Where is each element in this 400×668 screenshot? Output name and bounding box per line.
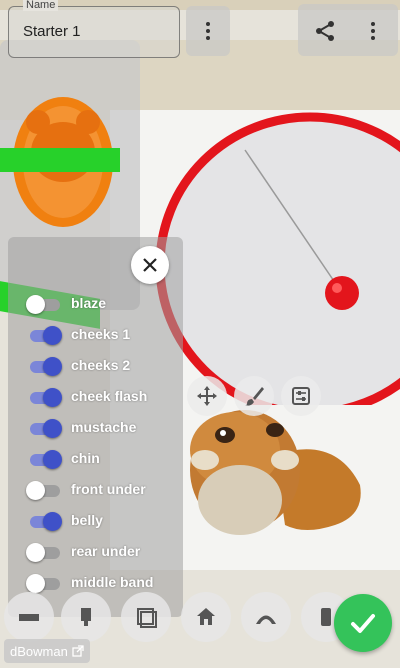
hamster-model bbox=[190, 410, 361, 535]
pattern-toggle[interactable] bbox=[26, 295, 62, 314]
bedding-tool-button[interactable] bbox=[4, 592, 54, 642]
cage-tool-button[interactable] bbox=[121, 592, 171, 642]
pattern-row-blaze[interactable]: blaze bbox=[26, 292, 176, 316]
exercise-wheel bbox=[155, 112, 400, 405]
pattern-row-chin[interactable]: chin bbox=[26, 447, 176, 471]
pattern-label: cheeks 2 bbox=[71, 357, 131, 373]
sliders-icon bbox=[292, 387, 310, 405]
name-field-label: Name bbox=[23, 0, 59, 11]
house-icon bbox=[197, 608, 215, 625]
tunnel-arch-icon bbox=[256, 615, 276, 624]
pattern-toggle[interactable] bbox=[26, 512, 62, 531]
pattern-toggle[interactable] bbox=[26, 388, 62, 407]
top-bar: Name Starter 1 bbox=[0, 0, 400, 62]
pattern-toggle[interactable] bbox=[26, 543, 62, 562]
pattern-label: rear under bbox=[71, 543, 141, 559]
pattern-label: belly bbox=[71, 512, 103, 528]
cage-icon bbox=[137, 608, 157, 628]
pattern-toggle[interactable] bbox=[26, 419, 62, 438]
more-vertical-icon bbox=[371, 22, 375, 40]
bedding-icon bbox=[19, 614, 39, 621]
author-credit-link[interactable]: dBowman bbox=[4, 639, 90, 663]
confirm-button[interactable] bbox=[334, 594, 392, 652]
pattern-toggle[interactable] bbox=[26, 450, 62, 469]
close-panel-button[interactable] bbox=[131, 246, 169, 284]
feeder-tool-button[interactable] bbox=[61, 592, 111, 642]
name-menu-button[interactable] bbox=[186, 6, 230, 56]
pattern-label: front under bbox=[71, 481, 146, 497]
pattern-label: chin bbox=[71, 450, 100, 466]
move-icon bbox=[197, 386, 217, 406]
pattern-toggle[interactable] bbox=[26, 326, 62, 345]
paintbrush-icon bbox=[245, 387, 264, 406]
pattern-label: blaze bbox=[71, 295, 107, 311]
top-right-actions bbox=[298, 4, 398, 56]
pattern-toggle[interactable] bbox=[26, 481, 62, 500]
house-tool-button[interactable] bbox=[181, 592, 231, 642]
overflow-menu-button[interactable] bbox=[358, 16, 388, 46]
move-tool-button[interactable] bbox=[187, 376, 227, 416]
tunnel-tool-button[interactable] bbox=[241, 592, 291, 642]
close-icon bbox=[143, 258, 157, 272]
share-button[interactable] bbox=[310, 16, 340, 46]
pattern-row-middle-band[interactable]: middle band bbox=[26, 571, 176, 595]
pattern-row-front-under[interactable]: front under bbox=[26, 478, 176, 502]
pattern-toggle[interactable] bbox=[26, 357, 62, 376]
pattern-row-cheeks-2[interactable]: cheeks 2 bbox=[26, 354, 176, 378]
pattern-row-cheek-flash[interactable]: cheek flash bbox=[26, 385, 176, 409]
pattern-row-belly[interactable]: belly bbox=[26, 509, 176, 533]
pattern-row-rear-under[interactable]: rear under bbox=[26, 540, 176, 564]
pattern-label: cheeks 1 bbox=[71, 326, 131, 342]
name-field-value[interactable]: Starter 1 bbox=[23, 23, 81, 40]
adjust-tool-button[interactable] bbox=[281, 376, 321, 416]
pattern-label: mustache bbox=[71, 419, 137, 435]
paint-tool-button[interactable] bbox=[234, 376, 274, 416]
pattern-label: cheek flash bbox=[71, 388, 148, 404]
pattern-row-mustache[interactable]: mustache bbox=[26, 416, 176, 440]
name-field[interactable]: Name Starter 1 bbox=[8, 0, 180, 58]
external-link-icon bbox=[72, 645, 84, 657]
feeder-icon bbox=[81, 608, 91, 626]
green-clip-top bbox=[0, 148, 120, 172]
more-vertical-icon bbox=[206, 22, 210, 40]
share-icon bbox=[316, 21, 334, 41]
author-name: dBowman bbox=[10, 643, 68, 659]
pattern-row-cheeks-1[interactable]: cheeks 1 bbox=[26, 323, 176, 347]
pattern-toggle[interactable] bbox=[26, 574, 62, 593]
checkmark-icon bbox=[351, 614, 375, 633]
pattern-label: middle band bbox=[71, 574, 154, 590]
